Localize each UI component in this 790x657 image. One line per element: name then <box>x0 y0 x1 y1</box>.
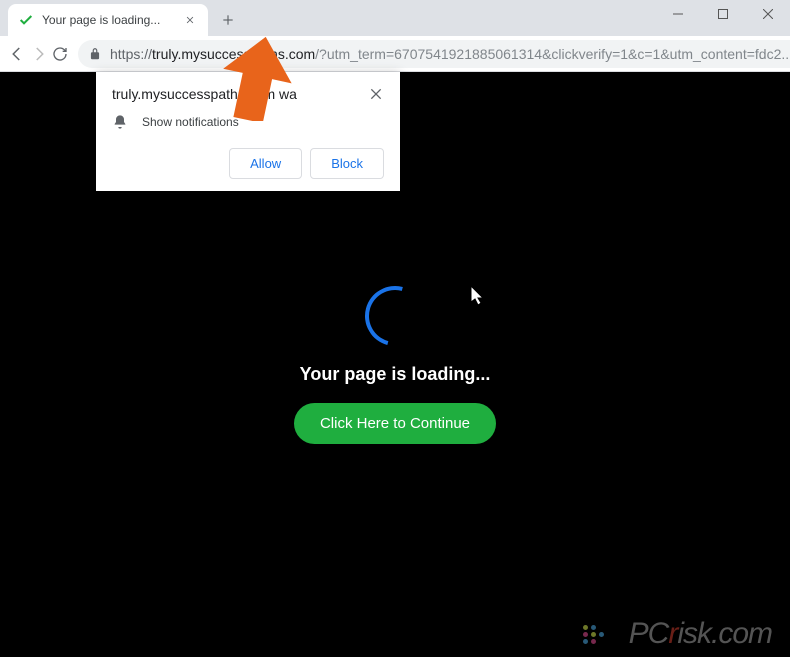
watermark-logo: PCrisk.com <box>629 617 772 651</box>
cursor-icon <box>471 286 485 311</box>
bell-icon <box>112 114 128 130</box>
forward-button[interactable] <box>30 40 48 68</box>
continue-button[interactable]: Click Here to Continue <box>294 403 496 444</box>
minimize-button[interactable] <box>655 0 700 28</box>
browser-toolbar: https://truly.mysuccesspaths.com/?utm_te… <box>0 36 790 72</box>
close-icon[interactable] <box>182 12 198 28</box>
allow-button[interactable]: Allow <box>229 148 302 179</box>
close-window-button[interactable] <box>745 0 790 28</box>
watermark-dots-icon <box>583 625 604 644</box>
address-bar[interactable]: https://truly.mysuccesspaths.com/?utm_te… <box>78 40 790 68</box>
block-button[interactable]: Block <box>310 148 384 179</box>
browser-tab[interactable]: Your page is loading... <box>8 4 208 36</box>
back-button[interactable] <box>8 40 26 68</box>
lock-icon <box>88 47 102 61</box>
window-controls <box>655 0 790 28</box>
maximize-button[interactable] <box>700 0 745 28</box>
loading-text: Your page is loading... <box>300 364 491 385</box>
reload-button[interactable] <box>52 40 68 68</box>
new-tab-button[interactable] <box>214 6 242 34</box>
tab-title: Your page is loading... <box>42 13 182 27</box>
close-icon[interactable] <box>368 86 384 102</box>
checkmark-icon <box>18 12 34 28</box>
loading-spinner-icon <box>365 286 425 346</box>
url-text: https://truly.mysuccesspaths.com/?utm_te… <box>110 46 790 62</box>
pointer-arrow-icon <box>222 36 292 126</box>
